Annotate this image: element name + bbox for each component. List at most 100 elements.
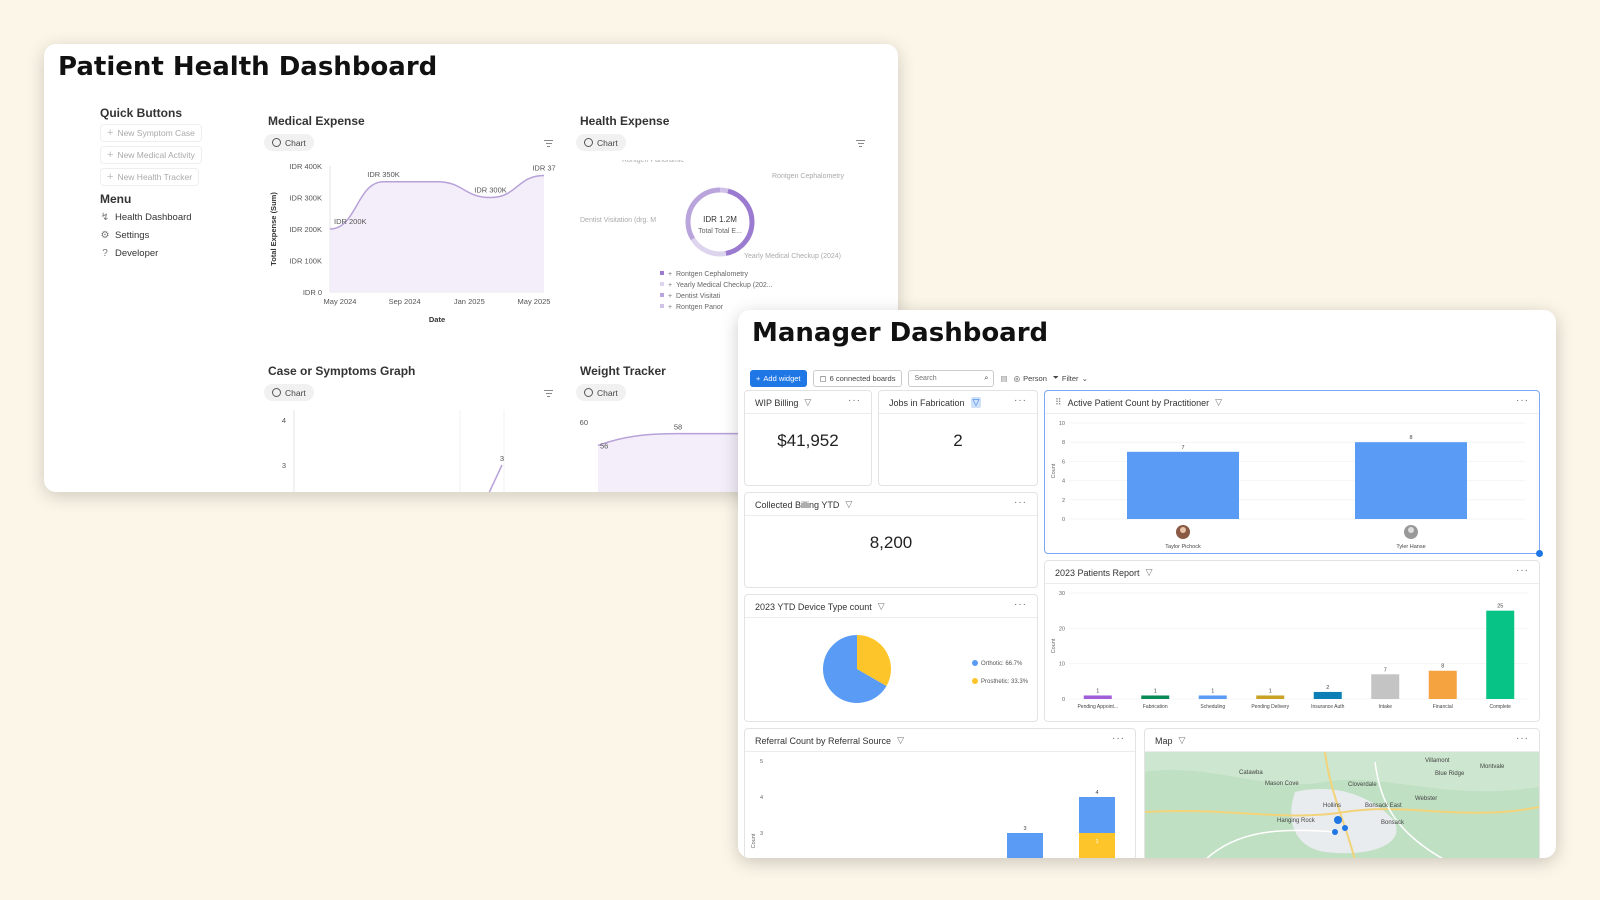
search-input[interactable] bbox=[914, 374, 981, 382]
save-view-icon[interactable]: ▤ bbox=[1000, 374, 1007, 383]
filter-icon[interactable]: ▽ bbox=[897, 735, 904, 746]
y-tick-label: 2 bbox=[1062, 498, 1065, 504]
x-tick-label: Sep 2024 bbox=[389, 297, 421, 306]
menu-item-developer[interactable]: ? Developer bbox=[100, 248, 158, 259]
x-tick-label: Jan 2025 bbox=[454, 297, 485, 306]
medical-expense-chart: IDR 0 IDR 100K IDR 200K IDR 300K IDR 400K May… bbox=[269, 162, 556, 324]
page-title: Patient Health Dashboard bbox=[58, 52, 438, 82]
y-tick-label: 4 bbox=[760, 795, 763, 801]
medical-expense-chart-pill[interactable]: Chart bbox=[264, 134, 314, 151]
weight-tracker-chart-pill[interactable]: Chart bbox=[576, 384, 626, 401]
resize-handle[interactable] bbox=[1536, 550, 1543, 557]
card-title: Map bbox=[1155, 735, 1173, 746]
map-place-label: Montvale bbox=[1480, 764, 1505, 770]
more-icon[interactable]: ··· bbox=[1014, 599, 1027, 610]
card-title: Collected Billing YTD bbox=[755, 499, 840, 510]
add-widget-button[interactable]: + Add widget bbox=[750, 369, 807, 387]
filter-icon[interactable]: ▽ bbox=[1215, 397, 1222, 408]
card-title: Active Patient Count by Practitioner bbox=[1067, 397, 1210, 408]
data-label: 7 bbox=[1181, 445, 1184, 451]
data-label: 7 bbox=[1384, 667, 1387, 673]
health-icon: ↯ bbox=[100, 212, 110, 223]
new-health-tracker-button[interactable]: + New Health Tracker bbox=[100, 168, 200, 186]
search-icon[interactable]: ⌕ bbox=[984, 373, 988, 383]
more-icon[interactable]: ··· bbox=[1516, 395, 1529, 406]
filter-icon[interactable] bbox=[544, 140, 553, 147]
y-axis-title: Total Expense (Sum) bbox=[269, 192, 278, 266]
y-tick-label: IDR 0 bbox=[303, 288, 322, 297]
filter-button[interactable]: ⏷ Filter ⌄ bbox=[1053, 373, 1088, 383]
slice-label: Rontgen Cephalometry bbox=[772, 173, 844, 180]
legend-plus-icon: + bbox=[668, 293, 672, 300]
more-icon[interactable]: ··· bbox=[1516, 565, 1529, 576]
data-label: IDR 37 bbox=[532, 163, 555, 172]
clock-icon bbox=[272, 138, 281, 147]
avatar-face bbox=[1180, 527, 1186, 533]
x-tick-label: Intake bbox=[1378, 704, 1392, 710]
legend-label: Yearly Medical Checkup (202... bbox=[676, 282, 773, 289]
bar bbox=[1083, 695, 1112, 699]
jobs-in-fabrication-card: Jobs in Fabrication ▽ ··· 2 bbox=[878, 390, 1038, 486]
area-fill bbox=[330, 175, 544, 292]
filter-icon[interactable] bbox=[856, 140, 865, 147]
legend-label: Rontgen Cephalometry bbox=[676, 271, 748, 278]
collected-billing-value: 8,200 bbox=[869, 533, 913, 552]
map-place-label: Cloverdale bbox=[1348, 782, 1377, 788]
map-view[interactable]: Villamont Catawba Mason Cove Cloverdale … bbox=[1145, 752, 1539, 858]
device-type-card: 2023 YTD Device Type count ▽ ··· Orthotic… bbox=[744, 594, 1038, 722]
legend-label: Orthotic: 66.7% bbox=[981, 661, 1023, 667]
menu-item-health-dashboard[interactable]: ↯ Health Dashboard bbox=[100, 212, 192, 223]
y-tick-label: 3 bbox=[282, 461, 286, 470]
more-icon[interactable]: ··· bbox=[1014, 395, 1027, 406]
y-tick-label: 4 bbox=[1062, 479, 1065, 485]
drag-handle-icon[interactable]: ⠿ bbox=[1055, 397, 1062, 408]
bar bbox=[1371, 674, 1400, 699]
more-icon[interactable]: ··· bbox=[1516, 733, 1529, 744]
filter-icon[interactable] bbox=[544, 390, 553, 397]
filter-icon[interactable]: ▽ bbox=[1146, 567, 1153, 578]
map-place-label: Hollins bbox=[1323, 803, 1341, 809]
device-type-chart: Orthotic: 66.7% Prosthetic: 33.3% bbox=[823, 635, 1029, 703]
person-icon: ◎ bbox=[1013, 373, 1021, 383]
more-icon[interactable]: ··· bbox=[1112, 733, 1125, 744]
y-tick-label: IDR 200K bbox=[289, 225, 322, 234]
search-box: ⌕ bbox=[908, 369, 995, 387]
plus-icon: + bbox=[107, 171, 114, 183]
more-icon[interactable]: ··· bbox=[848, 395, 861, 406]
case-symptoms-chart-pill[interactable]: Chart bbox=[264, 384, 314, 401]
new-symptom-case-button[interactable]: + New Symptom Case bbox=[100, 124, 202, 142]
new-medical-activity-button[interactable]: + New Medical Activity bbox=[100, 146, 202, 164]
bar-segment bbox=[1079, 833, 1115, 858]
slice-label: Yearly Medical Checkup (2024) bbox=[744, 253, 841, 260]
y-tick-label: 0 bbox=[1062, 517, 1065, 523]
center-value: IDR 1.2M bbox=[703, 215, 737, 224]
data-label: 3 bbox=[1023, 826, 1026, 832]
health-expense-chart-pill[interactable]: Chart bbox=[576, 134, 626, 151]
weight-tracker-chart: 45605658 bbox=[580, 418, 740, 492]
more-icon[interactable]: ··· bbox=[1014, 497, 1027, 508]
wip-billing-card: WIP Billing ▽ ··· $41,952 bbox=[744, 390, 872, 486]
map-pin bbox=[1332, 829, 1338, 835]
person-filter-button[interactable]: ◎ Person bbox=[1014, 374, 1047, 383]
clock-icon bbox=[272, 388, 281, 397]
map-pin bbox=[1342, 825, 1348, 831]
case-symptoms-chart: 3 4 3 bbox=[282, 410, 505, 492]
x-tick-label: Fabrication bbox=[1143, 704, 1168, 710]
filter-icon[interactable]: ▽ bbox=[970, 397, 982, 408]
y-tick-label: 4 bbox=[282, 416, 286, 425]
card-title: WIP Billing bbox=[755, 397, 799, 408]
x-tick-label: Complete bbox=[1490, 704, 1512, 710]
bar bbox=[1141, 695, 1170, 699]
x-tick-label: Tyler Hanse bbox=[1396, 544, 1425, 550]
filter-icon[interactable]: ▽ bbox=[878, 601, 885, 612]
filter-icon[interactable]: ▽ bbox=[845, 499, 852, 510]
y-tick-label: IDR 100K bbox=[289, 257, 322, 266]
clock-icon bbox=[584, 388, 593, 397]
data-label: 2 bbox=[1326, 685, 1329, 691]
connected-boards-button[interactable]: ▢ 6 connected boards bbox=[812, 369, 903, 387]
medical-expense-title: Medical Expense bbox=[268, 114, 365, 128]
filter-icon[interactable]: ▽ bbox=[804, 397, 811, 408]
y-tick-label: IDR 300K bbox=[289, 194, 322, 203]
filter-icon[interactable]: ▽ bbox=[1179, 735, 1186, 746]
menu-item-settings[interactable]: ⚙ Settings bbox=[100, 230, 150, 241]
